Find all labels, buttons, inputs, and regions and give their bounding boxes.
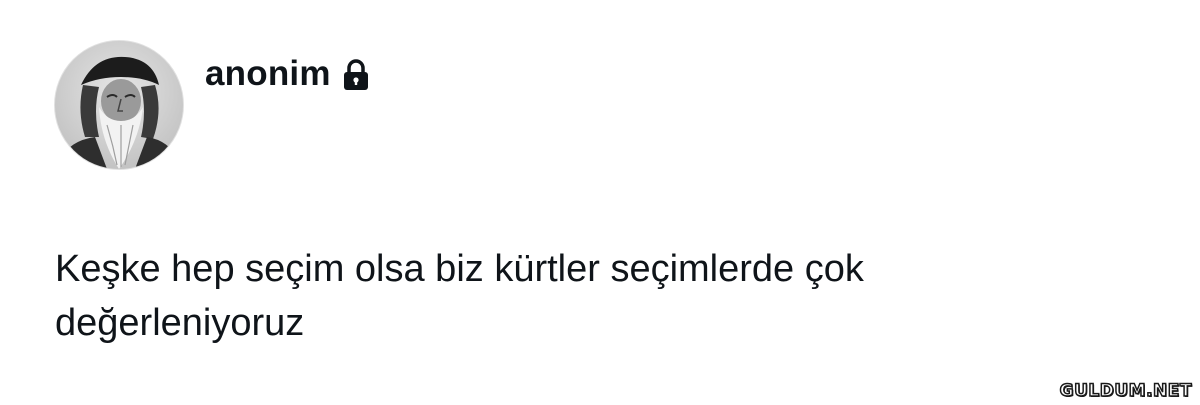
tweet-text-line-1: Keşke hep seçim olsa biz kürtler seçimle… <box>55 248 864 290</box>
tweet-text: Keşke hep seçim olsa biz kürtler seçimle… <box>55 242 1155 350</box>
display-name[interactable]: anonim <box>205 54 331 94</box>
watermark-logo: GULDUM.NET <box>1059 380 1192 402</box>
user-name-row: anonim <box>205 54 369 94</box>
avatar[interactable] <box>54 40 184 170</box>
portrait-avatar-icon <box>55 41 183 169</box>
tweet-text-line-2: değerleniyoruz <box>55 302 305 344</box>
lock-icon <box>343 59 368 90</box>
